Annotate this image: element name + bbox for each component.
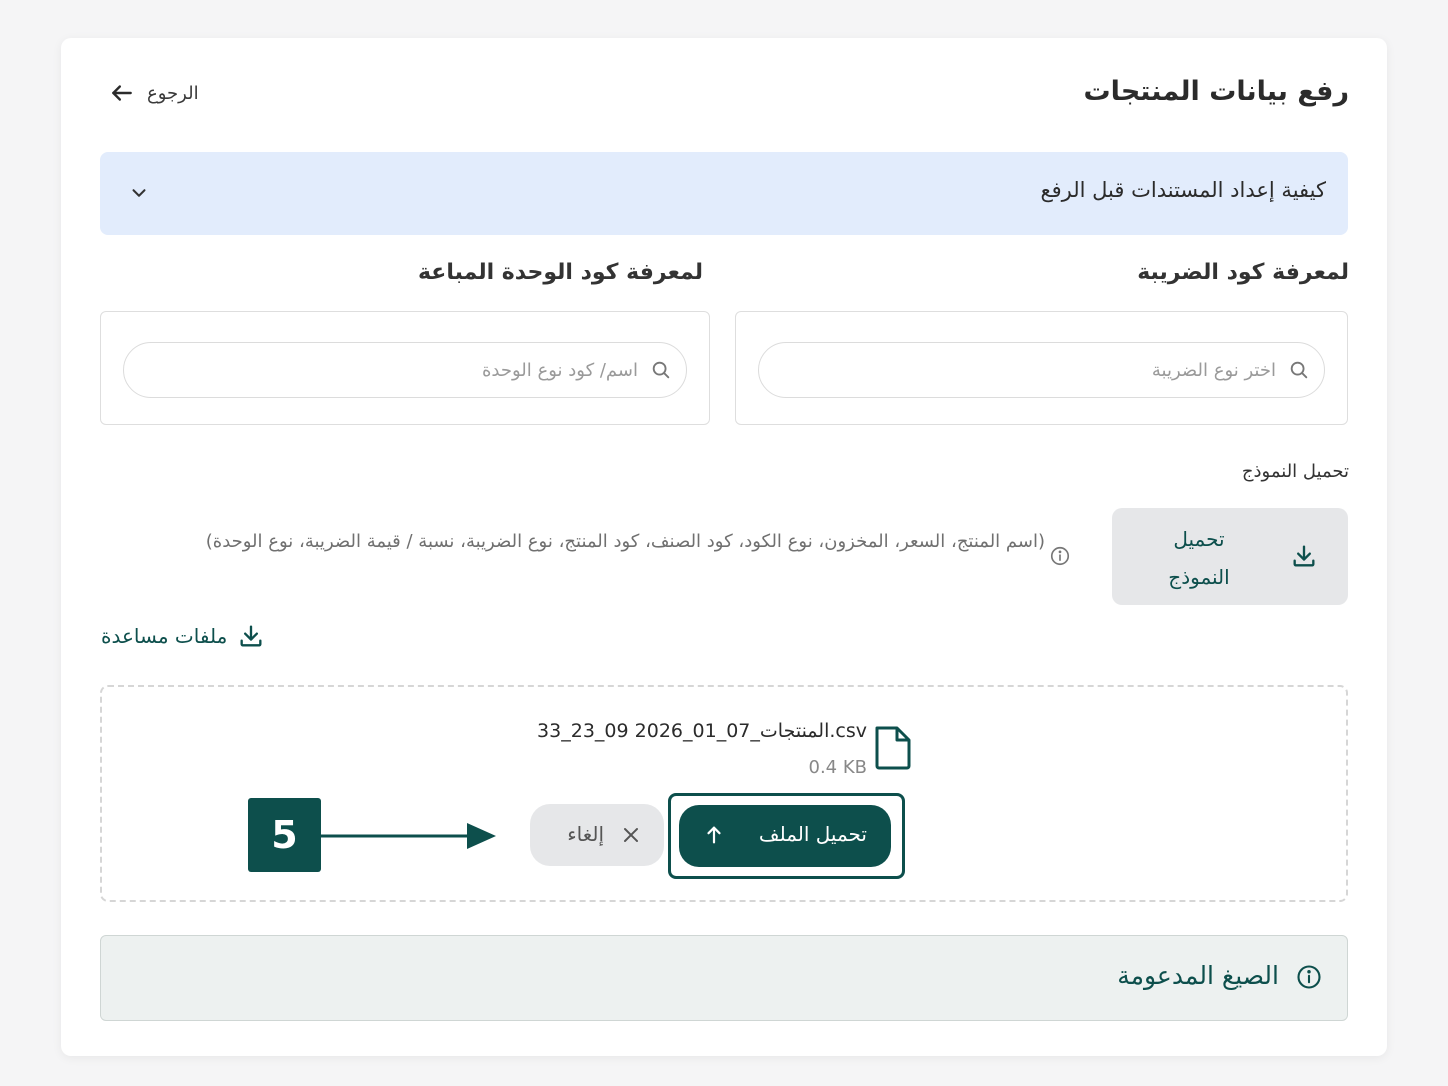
file-icon [875, 726, 911, 770]
document-prep-accordion[interactable]: كيفية إعداد المستندات قبل الرفع [100, 152, 1348, 235]
accordion-label: كيفية إعداد المستندات قبل الرفع [1040, 178, 1326, 202]
unit-type-search[interactable] [123, 342, 687, 398]
step-number-badge: 5 [248, 798, 321, 872]
cancel-label: إلغاء [567, 822, 604, 846]
upload-file-label: تحميل الملف [758, 822, 867, 846]
supported-formats-label: الصيغ المدعومة [1117, 961, 1279, 990]
chevron-down-icon [132, 189, 146, 197]
unit-code-label: لمعرفة كود الوحدة المباعة [417, 260, 703, 285]
unit-code-box [100, 311, 710, 425]
download-icon [1293, 545, 1315, 567]
template-section-title: تحميل النموذج [1241, 461, 1349, 482]
help-files-label: ملفات مساعدة [101, 624, 228, 648]
download-template-button[interactable]: تحميل النموذج [1112, 508, 1348, 605]
info-icon [1297, 965, 1321, 989]
arrow-up-icon [707, 826, 721, 844]
upload-file-button[interactable]: تحميل الملف [679, 805, 891, 867]
search-icon [652, 361, 670, 379]
upload-products-card: رفع بيانات المنتجات الرجوع كيفية إعداد ا… [61, 38, 1387, 1056]
download-template-label: تحميل النموذج [1168, 527, 1230, 589]
search-icon [1290, 361, 1308, 379]
unit-type-search-input[interactable] [144, 355, 638, 385]
tax-code-box [735, 311, 1348, 425]
back-label: الرجوع [147, 82, 199, 104]
arrow-left-icon [112, 85, 132, 101]
info-icon [1050, 546, 1070, 566]
help-files-link[interactable]: ملفات مساعدة [101, 622, 265, 650]
page-title: رفع بيانات المنتجات [1083, 76, 1349, 107]
tax-type-search-input[interactable] [779, 355, 1276, 385]
upload-button-highlight: تحميل الملف [668, 793, 905, 879]
cancel-button[interactable]: إلغاء [530, 804, 664, 866]
file-size: 0.4 KB [808, 757, 868, 778]
download-icon [240, 625, 262, 647]
tax-type-search[interactable] [758, 342, 1325, 398]
file-name: المنتجات_07_01_2026 09_23_33.csv [537, 720, 867, 742]
tax-code-label: لمعرفة كود الضريبة [1137, 260, 1349, 285]
template-columns-info: (اسم المنتج، السعر، المخزون، نوع الكود، … [205, 531, 1045, 552]
arrow-right-icon [321, 823, 496, 849]
back-button[interactable]: الرجوع [109, 80, 199, 106]
supported-formats-panel[interactable]: الصيغ المدعومة [100, 935, 1348, 1021]
close-icon [624, 828, 638, 842]
